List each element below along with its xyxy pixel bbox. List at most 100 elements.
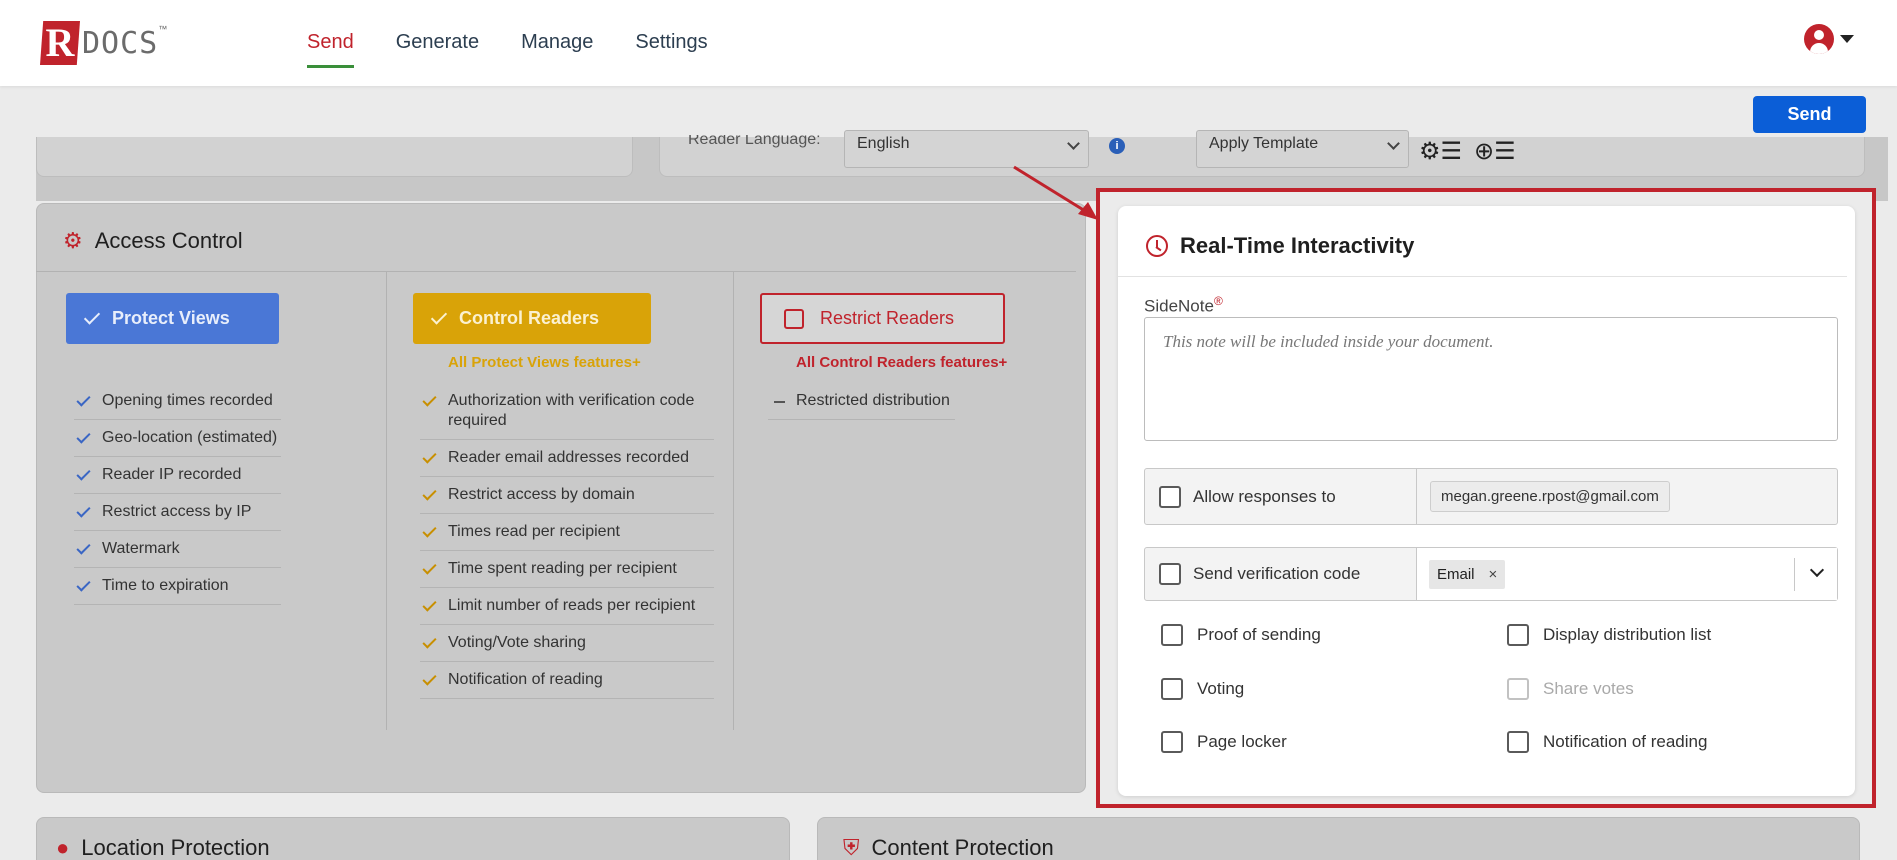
access-control-icon: ⚙ <box>63 228 83 253</box>
list-item: Authorization with verification code req… <box>420 383 714 440</box>
check-icon <box>422 449 437 464</box>
control-readers-feature-list: Authorization with verification code req… <box>420 383 714 699</box>
nav-generate[interactable]: Generate <box>396 28 479 68</box>
column-separator <box>733 272 734 730</box>
page-locker-label: Page locker <box>1197 732 1287 751</box>
checkbox-icon <box>784 308 804 329</box>
chevron-down-icon <box>1387 137 1400 150</box>
clock-icon <box>1146 235 1168 257</box>
list-item: Opening times recorded <box>74 383 281 420</box>
allow-responses-toggle[interactable]: Allow responses to <box>1145 469 1417 524</box>
check-icon <box>422 560 437 575</box>
verification-method-select[interactable]: Email × <box>1417 548 1837 600</box>
chevron-down-icon[interactable] <box>1809 562 1825 578</box>
list-item: Restrict access by domain <box>420 477 714 514</box>
notification-of-reading-option[interactable]: Notification of reading <box>1507 731 1707 753</box>
sidenote-label: SideNote® <box>1144 294 1223 316</box>
list-item: Times read per recipient <box>420 514 714 551</box>
location-protection-header: ● Location Protection <box>56 835 270 860</box>
notification-of-reading-checkbox[interactable] <box>1507 731 1529 753</box>
check-icon <box>430 308 448 325</box>
control-readers-button[interactable]: Control Readers <box>413 293 651 344</box>
restrict-readers-label: Restrict Readers <box>820 308 955 328</box>
proof-of-sending-option[interactable]: Proof of sending <box>1161 624 1321 646</box>
user-circle-icon[interactable] <box>1804 24 1834 54</box>
protect-views-label: Protect Views <box>112 308 230 328</box>
page-locker-checkbox[interactable] <box>1161 731 1183 753</box>
access-control-header: ⚙ Access Control <box>63 228 243 254</box>
proof-of-sending-label: Proof of sending <box>1197 625 1321 644</box>
main-nav: Send Generate Manage Settings <box>307 28 708 68</box>
allow-responses-checkbox[interactable] <box>1159 485 1181 508</box>
divider <box>1118 276 1847 277</box>
verification-code-toggle[interactable]: Send verification code <box>1145 548 1417 600</box>
list-item: Reader email addresses recorded <box>420 440 714 477</box>
info-icon[interactable]: i <box>1109 138 1125 154</box>
page-locker-option[interactable]: Page locker <box>1161 731 1287 753</box>
location-pin-icon: ● <box>56 835 70 860</box>
check-icon <box>76 392 91 407</box>
check-icon <box>422 486 437 501</box>
nav-settings[interactable]: Settings <box>635 28 707 68</box>
share-votes-option: Share votes <box>1507 678 1634 700</box>
apply-template-select[interactable]: Apply Template <box>1196 130 1409 168</box>
restrict-readers-feature-list: Restricted distribution <box>768 383 955 420</box>
display-distribution-list-checkbox[interactable] <box>1507 624 1529 646</box>
template-add-icon[interactable]: ⊕☰ <box>1474 137 1520 167</box>
list-item: Reader IP recorded <box>74 457 281 494</box>
logo-trademark: ™ <box>158 24 168 34</box>
pointer-arrow-icon <box>1013 165 1098 220</box>
display-distribution-list-option[interactable]: Display distribution list <box>1507 624 1711 646</box>
logo-letter: R <box>40 21 80 65</box>
selected-method-label: Email <box>1437 566 1475 583</box>
check-icon <box>76 429 91 444</box>
nav-manage[interactable]: Manage <box>521 28 593 68</box>
rdocs-logo[interactable]: R DOCS ™ <box>40 20 167 66</box>
registered-mark: ® <box>1213 294 1223 308</box>
content-protection-header: ⛨ Content Protection <box>843 835 1054 860</box>
voting-checkbox[interactable] <box>1161 678 1183 700</box>
voting-option[interactable]: Voting <box>1161 678 1244 700</box>
verification-code-label: Send verification code <box>1193 564 1361 583</box>
check-icon <box>83 308 101 325</box>
allow-responses-label: Allow responses to <box>1193 486 1336 506</box>
apply-template-value: Apply Template <box>1209 135 1319 152</box>
list-item: Voting/Vote sharing <box>420 625 714 662</box>
divider <box>36 271 1076 272</box>
verification-code-checkbox[interactable] <box>1159 563 1181 585</box>
list-item: Limit number of reads per recipient <box>420 588 714 625</box>
logo-text: DOCS <box>82 25 159 61</box>
check-icon <box>76 503 91 518</box>
protect-views-button[interactable]: Protect Views <box>66 293 279 344</box>
caret-down-icon[interactable] <box>1840 35 1854 43</box>
restrict-readers-button[interactable]: Restrict Readers <box>760 293 1005 344</box>
list-item: Restrict access by IP <box>74 494 281 531</box>
list-item: Restricted distribution <box>768 383 955 420</box>
dash-icon <box>774 401 785 403</box>
sidenote-textarea[interactable] <box>1144 317 1838 441</box>
location-protection-title: Location Protection <box>81 835 270 860</box>
user-menu[interactable] <box>1804 24 1854 54</box>
nav-send[interactable]: Send <box>307 28 354 68</box>
share-votes-label: Share votes <box>1543 679 1634 698</box>
check-icon <box>422 597 437 612</box>
verification-code-row: Send verification code Email × <box>1144 547 1838 601</box>
selected-method-tag: Email × <box>1429 560 1506 589</box>
notification-of-reading-label: Notification of reading <box>1543 732 1708 751</box>
column-separator <box>386 272 387 730</box>
send-button[interactable]: Send <box>1753 96 1866 133</box>
template-settings-icon[interactable]: ⚙☰ <box>1419 137 1465 167</box>
content-protection-title: Content Protection <box>871 835 1054 860</box>
response-email-chip[interactable]: megan.greene.rpost@gmail.com <box>1430 481 1670 512</box>
top-navbar: R DOCS ™ Send Generate Manage Settings <box>0 0 1897 86</box>
proof-of-sending-checkbox[interactable] <box>1161 624 1183 646</box>
real-time-interactivity-card: Real-Time Interactivity SideNote® Allow … <box>1118 206 1855 796</box>
shield-icon: ⛨ <box>843 835 860 860</box>
control-readers-label: Control Readers <box>459 308 600 328</box>
access-control-title: Access Control <box>94 228 243 253</box>
remove-tag-icon[interactable]: × <box>1489 560 1498 589</box>
check-icon <box>422 392 437 407</box>
real-time-interactivity-title: Real-Time Interactivity <box>1180 233 1415 258</box>
list-item: Watermark <box>74 531 281 568</box>
reader-language-select[interactable]: English <box>844 130 1089 168</box>
